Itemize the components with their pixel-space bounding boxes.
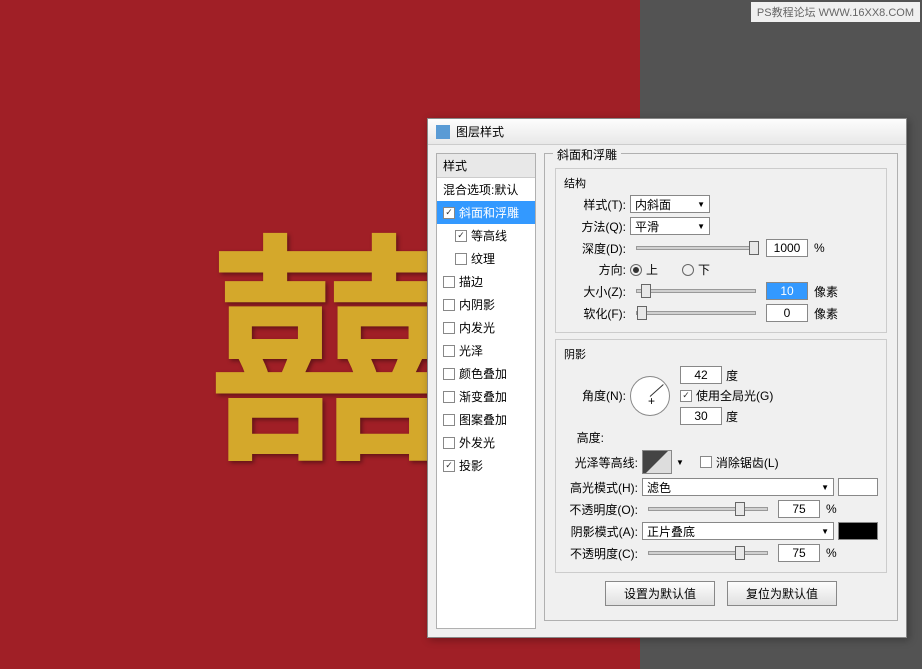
contour-checkbox[interactable]: [455, 230, 467, 242]
style-dropdown[interactable]: 内斜面 ▼: [630, 195, 710, 213]
texture-checkbox[interactable]: [455, 253, 467, 265]
down-label: 下: [698, 261, 710, 278]
pattern-overlay-checkbox[interactable]: [443, 414, 455, 426]
style-label: 样式(T):: [564, 196, 626, 213]
shadow-color-swatch[interactable]: [838, 522, 878, 540]
app-icon: [436, 125, 450, 139]
drop-shadow-item[interactable]: 投影: [437, 454, 535, 477]
color-overlay-checkbox[interactable]: [443, 368, 455, 380]
size-unit: 像素: [814, 283, 838, 300]
chevron-down-icon[interactable]: ▼: [676, 458, 684, 467]
chevron-down-icon: ▼: [697, 222, 705, 231]
altitude-input[interactable]: 30: [680, 407, 722, 425]
global-light-label: 使用全局光(G): [696, 387, 773, 404]
depth-input[interactable]: 1000: [766, 239, 808, 257]
texture-item[interactable]: 纹理: [437, 247, 535, 270]
contour-item[interactable]: 等高线: [437, 224, 535, 247]
reset-default-button[interactable]: 复位为默认值: [727, 581, 837, 606]
satin-item[interactable]: 光泽: [437, 339, 535, 362]
inner-glow-checkbox[interactable]: [443, 322, 455, 334]
stroke-item[interactable]: 描边: [437, 270, 535, 293]
shadow-mode-label: 阴影模式(A):: [564, 523, 638, 540]
highlight-mode-dropdown[interactable]: 滤色 ▼: [642, 478, 834, 496]
direction-down-radio[interactable]: [682, 264, 694, 276]
method-dropdown[interactable]: 平滑 ▼: [630, 217, 710, 235]
inner-shadow-item[interactable]: 内阴影: [437, 293, 535, 316]
inner-shadow-checkbox[interactable]: [443, 299, 455, 311]
bevel-legend: 斜面和浮雕: [553, 146, 621, 163]
method-label: 方法(Q):: [564, 218, 626, 235]
up-label: 上: [646, 261, 658, 278]
settings-content: 斜面和浮雕 结构 样式(T): 内斜面 ▼ 方法(Q): 平滑: [544, 153, 898, 629]
dialog-title: 图层样式: [456, 123, 504, 140]
highlight-opacity-label: 不透明度(O):: [564, 501, 638, 518]
stroke-checkbox[interactable]: [443, 276, 455, 288]
bevel-checkbox[interactable]: [443, 207, 455, 219]
highlight-opacity-slider[interactable]: [648, 507, 768, 511]
blend-options-item[interactable]: 混合选项:默认: [437, 178, 535, 201]
shading-group: 阴影 角度(N): + 42 度: [555, 339, 887, 573]
depth-label: 深度(D):: [564, 240, 626, 257]
highlight-opacity-unit: %: [826, 502, 837, 516]
antialias-checkbox[interactable]: [700, 456, 712, 468]
outer-glow-checkbox[interactable]: [443, 437, 455, 449]
chevron-down-icon: ▼: [821, 483, 829, 492]
angle-input[interactable]: 42: [680, 366, 722, 384]
inner-glow-item[interactable]: 内发光: [437, 316, 535, 339]
chevron-down-icon: ▼: [821, 527, 829, 536]
bevel-emboss-item[interactable]: 斜面和浮雕: [437, 201, 535, 224]
direction-label: 方向:: [564, 261, 626, 278]
shadow-opacity-unit: %: [826, 546, 837, 560]
gradient-overlay-item[interactable]: 渐变叠加: [437, 385, 535, 408]
size-input[interactable]: 10: [766, 282, 808, 300]
direction-up-radio[interactable]: [630, 264, 642, 276]
shadow-opacity-input[interactable]: 75: [778, 544, 820, 562]
gloss-label: 光泽等高线:: [564, 454, 638, 471]
gradient-overlay-checkbox[interactable]: [443, 391, 455, 403]
altitude-label: 高度:: [564, 429, 604, 446]
angle-dial[interactable]: +: [630, 376, 670, 416]
depth-unit: %: [814, 241, 825, 255]
soften-slider[interactable]: [636, 311, 756, 315]
satin-checkbox[interactable]: [443, 345, 455, 357]
altitude-unit: 度: [726, 408, 738, 425]
shadow-opacity-label: 不透明度(C):: [564, 545, 638, 562]
soften-unit: 像素: [814, 305, 838, 322]
drop-shadow-checkbox[interactable]: [443, 460, 455, 472]
highlight-mode-label: 高光模式(H):: [564, 479, 638, 496]
make-default-button[interactable]: 设置为默认值: [605, 581, 715, 606]
soften-input[interactable]: 0: [766, 304, 808, 322]
depth-slider[interactable]: [636, 246, 756, 250]
shading-legend: 阴影: [564, 346, 878, 362]
soften-label: 软化(F):: [564, 305, 626, 322]
chevron-down-icon: ▼: [697, 200, 705, 209]
size-label: 大小(Z):: [564, 283, 626, 300]
layer-style-dialog: 图层样式 样式 混合选项:默认 斜面和浮雕 等高线 纹理 描边: [427, 118, 907, 638]
pattern-overlay-item[interactable]: 图案叠加: [437, 408, 535, 431]
global-light-checkbox[interactable]: [680, 390, 692, 402]
highlight-color-swatch[interactable]: [838, 478, 878, 496]
outer-glow-item[interactable]: 外发光: [437, 431, 535, 454]
shadow-mode-dropdown[interactable]: 正片叠底 ▼: [642, 522, 834, 540]
angle-unit: 度: [726, 367, 738, 384]
canvas-golden-text: 囍: [210, 161, 430, 508]
structure-legend: 结构: [564, 175, 878, 191]
angle-label: 角度(N):: [564, 387, 626, 404]
styles-sidebar: 样式 混合选项:默认 斜面和浮雕 等高线 纹理 描边 内阴影: [436, 153, 536, 629]
dialog-titlebar[interactable]: 图层样式: [428, 119, 906, 145]
structure-group: 结构 样式(T): 内斜面 ▼ 方法(Q): 平滑 ▼: [555, 168, 887, 333]
gloss-contour-picker[interactable]: [642, 450, 672, 474]
watermark-label: PS教程论坛 WWW.16XX8.COM: [751, 2, 920, 22]
antialias-label: 消除锯齿(L): [716, 454, 779, 471]
size-slider[interactable]: [636, 289, 756, 293]
bevel-fieldset: 斜面和浮雕 结构 样式(T): 内斜面 ▼ 方法(Q): 平滑: [544, 153, 898, 621]
color-overlay-item[interactable]: 颜色叠加: [437, 362, 535, 385]
sidebar-header: 样式: [437, 154, 535, 178]
shadow-opacity-slider[interactable]: [648, 551, 768, 555]
highlight-opacity-input[interactable]: 75: [778, 500, 820, 518]
